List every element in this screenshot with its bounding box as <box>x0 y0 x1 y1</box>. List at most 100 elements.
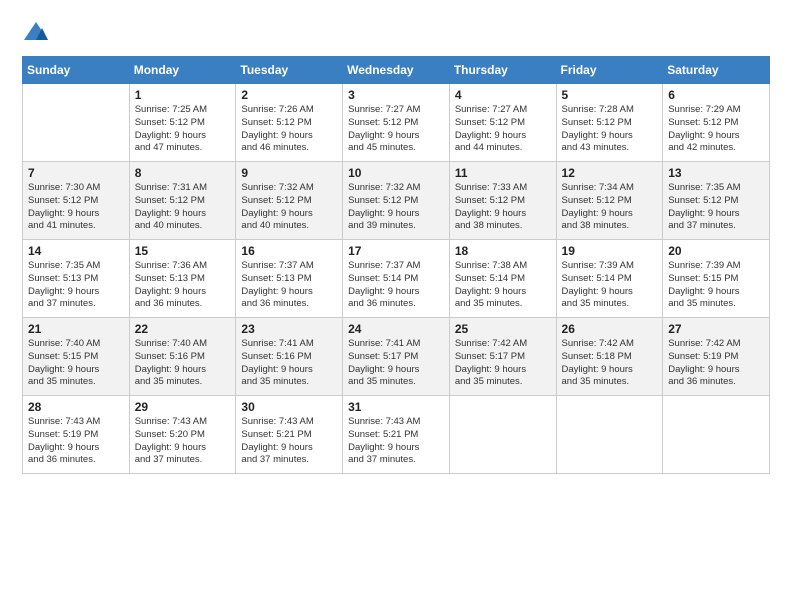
calendar-cell: 18 Sunrise: 7:38 AMSunset: 5:14 PMDayligh… <box>449 240 556 318</box>
day-info: Sunrise: 7:27 AMSunset: 5:12 PMDaylight:… <box>455 104 551 155</box>
calendar-cell: 2 Sunrise: 7:26 AMSunset: 5:12 PMDaylight… <box>236 84 343 162</box>
day-number: 2 <box>241 88 337 102</box>
calendar-cell: 26Sunrise: 7:42 AMSunset: 5:18 PMDayligh… <box>556 318 663 396</box>
calendar-cell: 20 Sunrise: 7:39 AMSunset: 5:15 PMDayligh… <box>663 240 770 318</box>
col-header-friday: Friday <box>556 57 663 84</box>
day-info: Sunrise: 7:35 AMSunset: 5:13 PMDaylight:… <box>28 260 124 311</box>
col-header-wednesday: Wednesday <box>343 57 450 84</box>
day-info: Sunrise: 7:32 AMSunset: 5:12 PMDaylight:… <box>241 182 337 233</box>
calendar-cell <box>663 396 770 474</box>
calendar-cell: 25 Sunrise: 7:42 AMSunset: 5:17 PMDayligh… <box>449 318 556 396</box>
day-info: Sunrise: 7:25 AMSunset: 5:12 PMDaylight:… <box>135 104 231 155</box>
day-info: Sunrise: 7:40 AMSunset: 5:16 PMDaylight:… <box>135 338 231 389</box>
day-info: Sunrise: 7:38 AMSunset: 5:14 PMDaylight:… <box>455 260 551 311</box>
calendar-cell: 23 Sunrise: 7:41 AMSunset: 5:16 PMDayligh… <box>236 318 343 396</box>
calendar-cell: 31 Sunrise: 7:43 AMSunset: 5:21 PMDayligh… <box>343 396 450 474</box>
col-header-tuesday: Tuesday <box>236 57 343 84</box>
logo-icon <box>22 18 50 46</box>
day-number: 15 <box>135 244 231 258</box>
calendar-table: SundayMondayTuesdayWednesdayThursdayFrid… <box>22 56 770 474</box>
day-number: 29 <box>135 400 231 414</box>
calendar-cell: 7Sunrise: 7:30 AMSunset: 5:12 PMDaylight… <box>23 162 130 240</box>
day-info: Sunrise: 7:43 AMSunset: 5:19 PMDaylight:… <box>28 416 124 467</box>
day-number: 22 <box>135 322 231 336</box>
day-number: 21 <box>28 322 124 336</box>
calendar-week-2: 7Sunrise: 7:30 AMSunset: 5:12 PMDaylight… <box>23 162 770 240</box>
day-number: 17 <box>348 244 444 258</box>
calendar-cell: 12 Sunrise: 7:34 AMSunset: 5:12 PMDayligh… <box>556 162 663 240</box>
calendar-cell: 4 Sunrise: 7:27 AMSunset: 5:12 PMDaylight… <box>449 84 556 162</box>
page: SundayMondayTuesdayWednesdayThursdayFrid… <box>0 0 792 612</box>
calendar-week-1: 1 Sunrise: 7:25 AMSunset: 5:12 PMDaylight… <box>23 84 770 162</box>
calendar-cell <box>23 84 130 162</box>
day-info: Sunrise: 7:34 AMSunset: 5:12 PMDaylight:… <box>562 182 658 233</box>
col-header-thursday: Thursday <box>449 57 556 84</box>
day-info: Sunrise: 7:27 AMSunset: 5:12 PMDaylight:… <box>348 104 444 155</box>
day-number: 9 <box>241 166 337 180</box>
day-number: 28 <box>28 400 124 414</box>
calendar-header-row: SundayMondayTuesdayWednesdayThursdayFrid… <box>23 57 770 84</box>
day-info: Sunrise: 7:39 AMSunset: 5:15 PMDaylight:… <box>668 260 764 311</box>
calendar-cell: 10Sunrise: 7:32 AMSunset: 5:12 PMDayligh… <box>343 162 450 240</box>
day-number: 8 <box>135 166 231 180</box>
calendar-cell: 9 Sunrise: 7:32 AMSunset: 5:12 PMDaylight… <box>236 162 343 240</box>
day-number: 12 <box>562 166 658 180</box>
day-number: 1 <box>135 88 231 102</box>
col-header-sunday: Sunday <box>23 57 130 84</box>
day-info: Sunrise: 7:31 AMSunset: 5:12 PMDaylight:… <box>135 182 231 233</box>
day-info: Sunrise: 7:29 AMSunset: 5:12 PMDaylight:… <box>668 104 764 155</box>
calendar-week-3: 14 Sunrise: 7:35 AMSunset: 5:13 PMDayligh… <box>23 240 770 318</box>
calendar-cell: 3 Sunrise: 7:27 AMSunset: 5:12 PMDaylight… <box>343 84 450 162</box>
header <box>22 18 770 46</box>
calendar-cell: 1 Sunrise: 7:25 AMSunset: 5:12 PMDaylight… <box>129 84 236 162</box>
day-number: 5 <box>562 88 658 102</box>
calendar-week-5: 28 Sunrise: 7:43 AMSunset: 5:19 PMDayligh… <box>23 396 770 474</box>
calendar-cell: 13 Sunrise: 7:35 AMSunset: 5:12 PMDayligh… <box>663 162 770 240</box>
calendar-cell: 11 Sunrise: 7:33 AMSunset: 5:12 PMDayligh… <box>449 162 556 240</box>
calendar-cell: 30 Sunrise: 7:43 AMSunset: 5:21 PMDayligh… <box>236 396 343 474</box>
day-number: 13 <box>668 166 764 180</box>
calendar-cell: 24Sunrise: 7:41 AMSunset: 5:17 PMDayligh… <box>343 318 450 396</box>
day-info: Sunrise: 7:42 AMSunset: 5:19 PMDaylight:… <box>668 338 764 389</box>
day-number: 3 <box>348 88 444 102</box>
day-number: 16 <box>241 244 337 258</box>
col-header-saturday: Saturday <box>663 57 770 84</box>
day-info: Sunrise: 7:42 AMSunset: 5:17 PMDaylight:… <box>455 338 551 389</box>
day-info: Sunrise: 7:43 AMSunset: 5:20 PMDaylight:… <box>135 416 231 467</box>
day-number: 10 <box>348 166 444 180</box>
day-number: 4 <box>455 88 551 102</box>
day-info: Sunrise: 7:26 AMSunset: 5:12 PMDaylight:… <box>241 104 337 155</box>
day-info: Sunrise: 7:35 AMSunset: 5:12 PMDaylight:… <box>668 182 764 233</box>
day-number: 31 <box>348 400 444 414</box>
day-number: 18 <box>455 244 551 258</box>
day-number: 25 <box>455 322 551 336</box>
day-number: 27 <box>668 322 764 336</box>
calendar-cell: 5 Sunrise: 7:28 AMSunset: 5:12 PMDaylight… <box>556 84 663 162</box>
day-number: 7 <box>28 166 124 180</box>
calendar-cell: 28 Sunrise: 7:43 AMSunset: 5:19 PMDayligh… <box>23 396 130 474</box>
calendar-week-4: 21 Sunrise: 7:40 AMSunset: 5:15 PMDayligh… <box>23 318 770 396</box>
day-info: Sunrise: 7:40 AMSunset: 5:15 PMDaylight:… <box>28 338 124 389</box>
calendar-cell: 27 Sunrise: 7:42 AMSunset: 5:19 PMDayligh… <box>663 318 770 396</box>
day-number: 14 <box>28 244 124 258</box>
day-info: Sunrise: 7:33 AMSunset: 5:12 PMDaylight:… <box>455 182 551 233</box>
calendar-cell: 21 Sunrise: 7:40 AMSunset: 5:15 PMDayligh… <box>23 318 130 396</box>
day-info: Sunrise: 7:28 AMSunset: 5:12 PMDaylight:… <box>562 104 658 155</box>
day-number: 26 <box>562 322 658 336</box>
day-number: 6 <box>668 88 764 102</box>
day-info: Sunrise: 7:43 AMSunset: 5:21 PMDaylight:… <box>241 416 337 467</box>
calendar-cell: 17Sunrise: 7:37 AMSunset: 5:14 PMDayligh… <box>343 240 450 318</box>
day-number: 20 <box>668 244 764 258</box>
day-number: 11 <box>455 166 551 180</box>
day-info: Sunrise: 7:43 AMSunset: 5:21 PMDaylight:… <box>348 416 444 467</box>
day-info: Sunrise: 7:41 AMSunset: 5:16 PMDaylight:… <box>241 338 337 389</box>
calendar-cell: 29 Sunrise: 7:43 AMSunset: 5:20 PMDayligh… <box>129 396 236 474</box>
calendar-cell: 19Sunrise: 7:39 AMSunset: 5:14 PMDayligh… <box>556 240 663 318</box>
day-info: Sunrise: 7:41 AMSunset: 5:17 PMDaylight:… <box>348 338 444 389</box>
calendar-cell: 22 Sunrise: 7:40 AMSunset: 5:16 PMDayligh… <box>129 318 236 396</box>
day-number: 19 <box>562 244 658 258</box>
day-number: 30 <box>241 400 337 414</box>
calendar-cell: 6 Sunrise: 7:29 AMSunset: 5:12 PMDaylight… <box>663 84 770 162</box>
day-number: 23 <box>241 322 337 336</box>
day-info: Sunrise: 7:37 AMSunset: 5:13 PMDaylight:… <box>241 260 337 311</box>
